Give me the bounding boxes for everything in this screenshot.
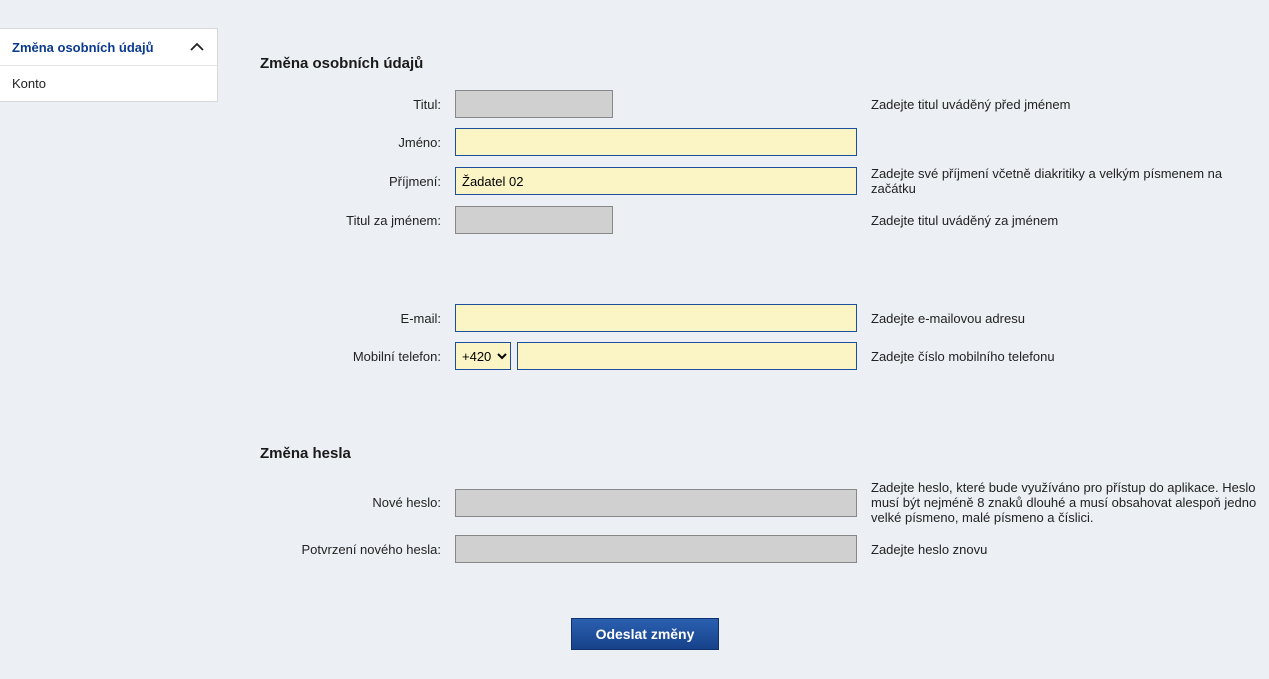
section-title-personal: Změna osobních údajů — [260, 55, 1269, 72]
input-phone[interactable] — [517, 342, 857, 370]
row-titulza: Titul za jménem: Zadejte titul uváděný z… — [260, 206, 1269, 234]
label-email: E-mail: — [260, 311, 455, 326]
hint-email: Zadejte e-mailovou adresu — [857, 311, 1269, 326]
label-titulza: Titul za jménem: — [260, 213, 455, 228]
section-title-password: Změna hesla — [260, 445, 1269, 462]
label-newpass: Nové heslo: — [260, 495, 455, 510]
hint-phone: Zadejte číslo mobilního telefonu — [857, 349, 1269, 364]
row-jmeno: Jméno: — [260, 128, 1269, 156]
row-email: E-mail: Zadejte e-mailovou adresu — [260, 304, 1269, 332]
select-phone-prefix[interactable]: +420 — [455, 342, 511, 370]
sidebar-item-konto[interactable]: Konto — [0, 66, 217, 101]
row-prijmeni: Příjmení: Zadejte své příjmení včetně di… — [260, 166, 1269, 196]
sidebar: Změna osobních údajů Konto — [0, 28, 218, 102]
input-email[interactable] — [455, 304, 857, 332]
hint-titul: Zadejte titul uváděný před jménem — [857, 97, 1269, 112]
row-titul: Titul: Zadejte titul uváděný před jménem — [260, 90, 1269, 118]
label-prijmeni: Příjmení: — [260, 174, 455, 189]
label-jmeno: Jméno: — [260, 135, 455, 150]
row-newpass: Nové heslo: Zadejte heslo, které bude vy… — [260, 480, 1269, 525]
input-prijmeni[interactable] — [455, 167, 857, 195]
input-jmeno[interactable] — [455, 128, 857, 156]
row-confirm: Potvrzení nového hesla: Zadejte heslo zn… — [260, 535, 1269, 563]
input-titul[interactable] — [455, 90, 613, 118]
label-confirm: Potvrzení nového hesla: — [260, 542, 455, 557]
input-confirm[interactable] — [455, 535, 857, 563]
input-titulza[interactable] — [455, 206, 613, 234]
label-phone: Mobilní telefon: — [260, 349, 455, 364]
hint-newpass: Zadejte heslo, které bude využíváno pro … — [857, 480, 1269, 525]
chevron-up-icon — [189, 39, 205, 55]
sidebar-item-label: Změna osobních údajů — [12, 40, 154, 55]
hint-titulza: Zadejte titul uváděný za jménem — [857, 213, 1269, 228]
hint-confirm: Zadejte heslo znovu — [857, 542, 1269, 557]
sidebar-item-personal-data[interactable]: Změna osobních údajů — [0, 29, 217, 66]
hint-prijmeni: Zadejte své příjmení včetně diakritiky a… — [857, 166, 1269, 196]
row-phone: Mobilní telefon: +420 Zadejte číslo mobi… — [260, 342, 1269, 370]
label-titul: Titul: — [260, 97, 455, 112]
main-content: Změna osobních údajů Titul: Zadejte titu… — [260, 55, 1269, 650]
input-newpass[interactable] — [455, 489, 857, 517]
sidebar-item-label: Konto — [12, 76, 46, 91]
submit-button[interactable]: Odeslat změny — [571, 618, 720, 650]
